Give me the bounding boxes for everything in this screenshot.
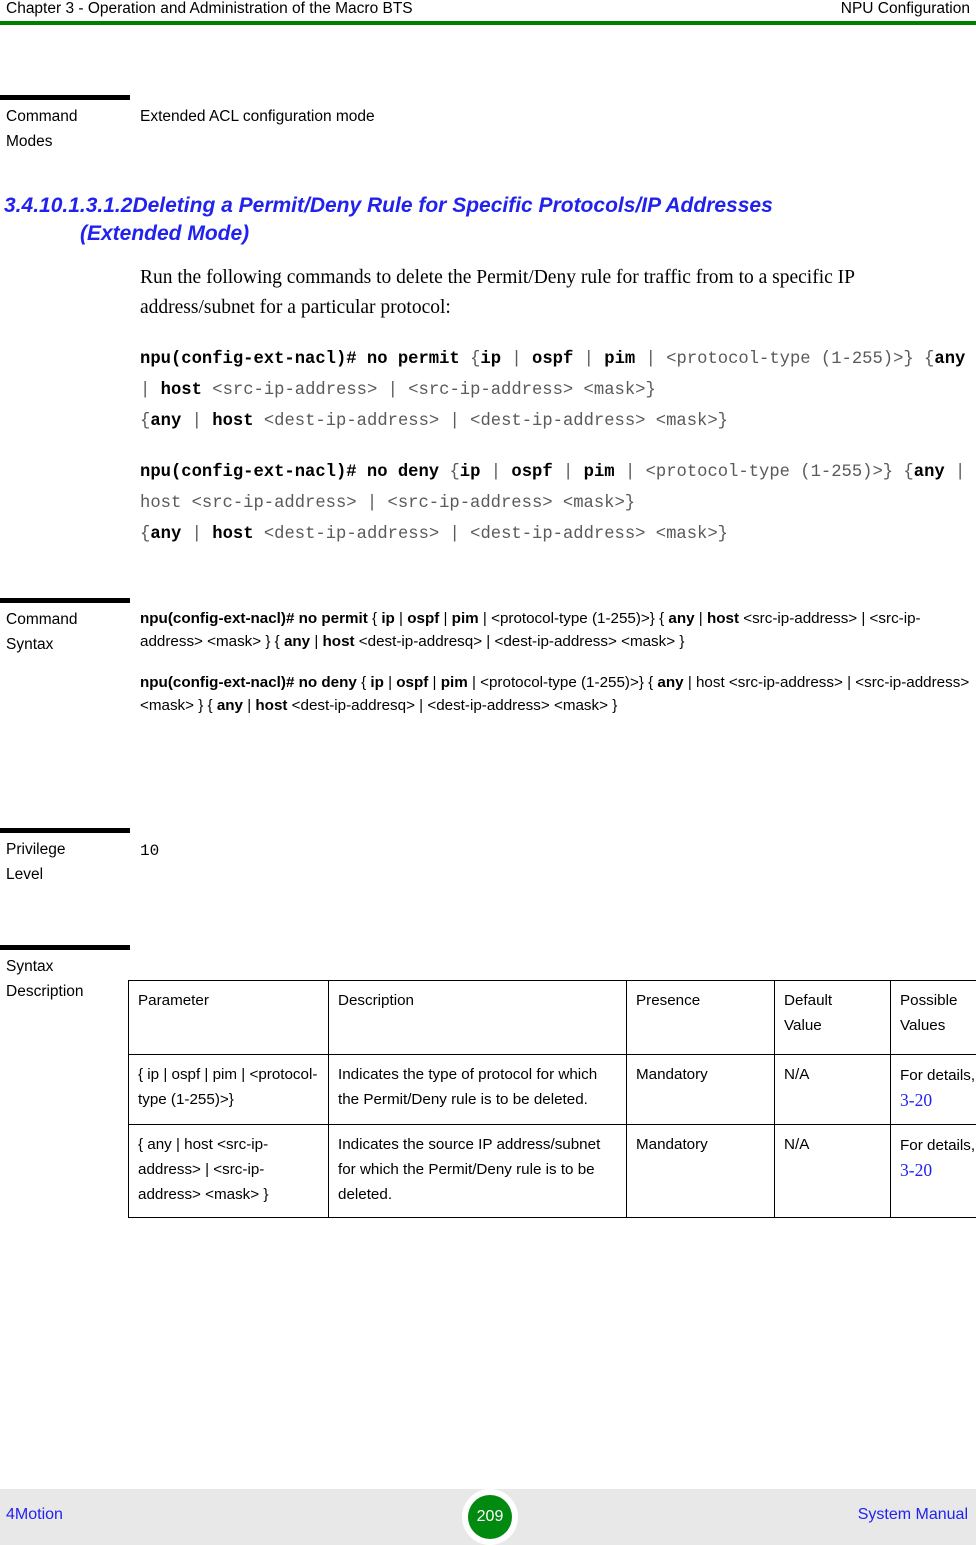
intro-paragraph: Run the following commands to delete the… xyxy=(140,267,855,318)
column-header-default-value-line2: Value xyxy=(784,1017,822,1034)
cell-description: Indicates the source IP address/subnet f… xyxy=(328,1124,627,1218)
column-header-possible-values-line1: Possible xyxy=(900,992,958,1009)
privilege-level-section: Privilege Level 10 xyxy=(0,828,976,908)
heading-number: 3.4.10.1.3.1.2 xyxy=(4,194,133,217)
cell-presence: Mandatory xyxy=(626,1124,775,1218)
command-modes-label: Command Modes xyxy=(6,104,126,154)
page-number-badge-ring: 209 xyxy=(462,1489,518,1545)
table-header-row: Parameter Description Presence Default V… xyxy=(128,980,976,1055)
section-bar xyxy=(0,945,130,950)
table-row: { ip | ospf | pim | <protocol-type (1-25… xyxy=(128,1054,976,1125)
command-modes-label-line2: Modes xyxy=(6,133,53,150)
privilege-level-label: Privilege Level xyxy=(6,837,126,887)
column-header-default-value: Default Value xyxy=(774,980,891,1055)
header-chapter-title: Chapter 3 - Operation and Administration… xyxy=(6,0,413,17)
syntax-description-label-line1: Syntax xyxy=(6,958,54,975)
privilege-level-value: 10 xyxy=(140,842,160,860)
section-bar xyxy=(0,95,130,100)
column-header-parameter: Parameter xyxy=(128,980,329,1055)
possible-values-text: For details, refer xyxy=(900,1137,976,1154)
command-modes-value: Extended ACL configuration mode xyxy=(140,108,375,125)
heading-title-line2: (Extended Mode) xyxy=(80,222,250,245)
syntax-description-label-line2: Description xyxy=(6,983,84,1000)
column-header-description-text: Description xyxy=(338,992,414,1009)
command-syntax-entry-permit: npu(config-ext-nacl)# no permit { ip | o… xyxy=(140,610,921,650)
footer-product-name: 4Motion xyxy=(6,1506,63,1523)
command-syntax-entry-deny: npu(config-ext-nacl)# no deny { ip | osp… xyxy=(140,674,970,714)
command-syntax-label-line2: Syntax xyxy=(6,636,54,653)
parameter-table: Parameter Description Presence Default V… xyxy=(128,980,976,1218)
possible-values-text: For details, refer xyxy=(900,1067,976,1084)
no-permit-command-block: npu(config-ext-nacl)# no permit {ip | os… xyxy=(140,350,966,431)
column-header-parameter-text: Parameter xyxy=(138,992,209,1009)
command-modes-section: Command Modes Extended ACL configuration… xyxy=(0,95,976,175)
column-header-default-value-line1: Default xyxy=(784,992,833,1009)
column-header-presence-text: Presence xyxy=(636,992,701,1009)
no-deny-command-block: npu(config-ext-nacl)# no deny {ip | ospf… xyxy=(140,463,966,544)
header-section-title: NPU Configuration xyxy=(840,0,970,17)
syntax-description-label: Syntax Description xyxy=(6,954,126,1004)
column-header-possible-values-line2: Values xyxy=(900,1017,946,1034)
cell-possible-values: For details, refer Table 3-20 xyxy=(890,1124,976,1218)
page-section-heading: 3.4.10.1.3.1.2Deleting a Permit/Deny Rul… xyxy=(4,192,972,248)
footer-document-name: System Manual xyxy=(857,1506,968,1523)
privilege-level-label-line1: Privilege xyxy=(6,841,66,858)
header-divider-rule xyxy=(0,21,976,25)
column-header-description: Description xyxy=(328,980,627,1055)
table-row: { any | host <src-ip-address> | <src-ip-… xyxy=(128,1124,976,1218)
cell-description: Indicates the type of protocol for which… xyxy=(328,1054,627,1125)
command-syntax-body: npu(config-ext-nacl)# no permit { ip | o… xyxy=(140,607,976,735)
page-number-badge: 209 xyxy=(468,1495,512,1539)
section-bar xyxy=(0,598,130,603)
privilege-level-label-line2: Level xyxy=(6,866,44,883)
command-syntax-label: Command Syntax xyxy=(6,607,126,657)
cell-presence: Mandatory xyxy=(626,1054,775,1125)
section-bar xyxy=(0,828,130,833)
cell-possible-values: For details, refer Table 3-20 xyxy=(890,1054,976,1125)
command-modes-label-line1: Command xyxy=(6,108,78,125)
syntax-description-section: Syntax Description Parameter Description… xyxy=(0,945,976,1285)
heading-title: Deleting a Permit/Deny Rule for Specific… xyxy=(132,194,773,217)
cell-default-value: N/A xyxy=(774,1124,891,1218)
command-syntax-section: Command Syntax npu(config-ext-nacl)# no … xyxy=(0,598,976,788)
command-syntax-label-line1: Command xyxy=(6,611,78,628)
column-header-presence: Presence xyxy=(626,980,775,1055)
cell-parameter: { any | host <src-ip-address> | <src-ip-… xyxy=(128,1124,329,1218)
cell-parameter: { ip | ospf | pim | <protocol-type (1-25… xyxy=(128,1054,329,1125)
cell-default-value: N/A xyxy=(774,1054,891,1125)
column-header-possible-values: Possible Values xyxy=(890,980,976,1055)
